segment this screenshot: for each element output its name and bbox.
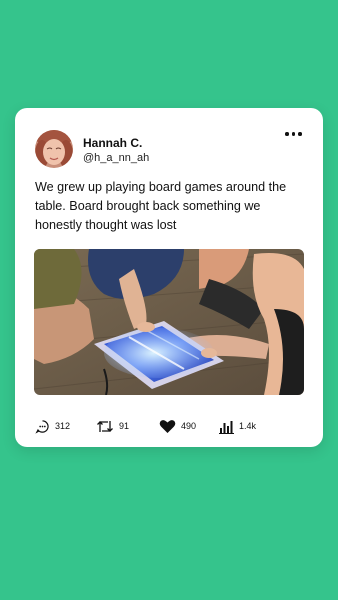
comment-icon <box>35 419 49 434</box>
heart-icon <box>159 419 176 433</box>
post-actions: 312 91 490 1.4k <box>35 417 295 435</box>
repost-icon <box>97 420 113 432</box>
like-count: 490 <box>181 421 197 431</box>
more-options-icon[interactable] <box>285 128 305 140</box>
view-count: 1.4k <box>239 421 257 431</box>
reply-button[interactable]: 312 <box>35 417 70 435</box>
reply-count: 312 <box>55 421 71 431</box>
post-card: Hannah C. @h_a_nn_ah We grew up playing … <box>15 108 323 447</box>
like-button[interactable]: 490 <box>159 417 196 435</box>
author-handle[interactable]: @h_a_nn_ah <box>83 152 149 164</box>
author-name[interactable]: Hannah C. <box>83 136 142 150</box>
repost-count: 91 <box>119 421 130 431</box>
repost-button[interactable]: 91 <box>96 417 129 435</box>
bar-chart-icon <box>219 420 234 434</box>
avatar[interactable] <box>35 130 73 168</box>
post-text: We grew up playing board games around th… <box>35 180 287 232</box>
views-button[interactable]: 1.4k <box>219 417 256 435</box>
post-image[interactable] <box>34 249 304 395</box>
